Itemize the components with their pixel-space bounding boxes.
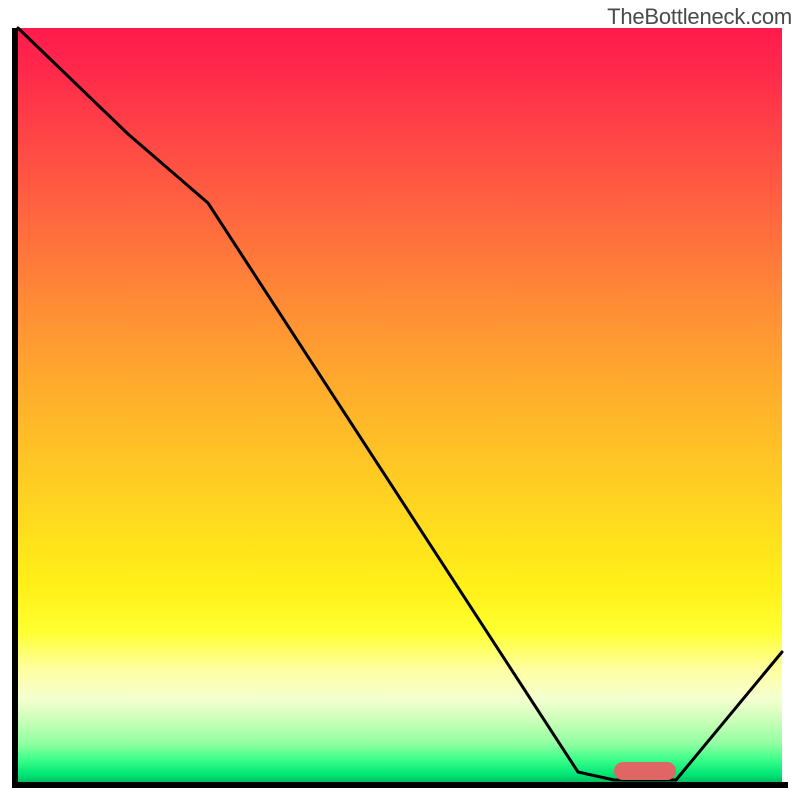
watermark-text: TheBottleneck.com [607, 4, 792, 30]
optimum-range-marker [614, 762, 676, 780]
x-axis [12, 782, 788, 788]
bottleneck-curve [18, 28, 782, 782]
chart-canvas: TheBottleneck.com [0, 0, 800, 800]
